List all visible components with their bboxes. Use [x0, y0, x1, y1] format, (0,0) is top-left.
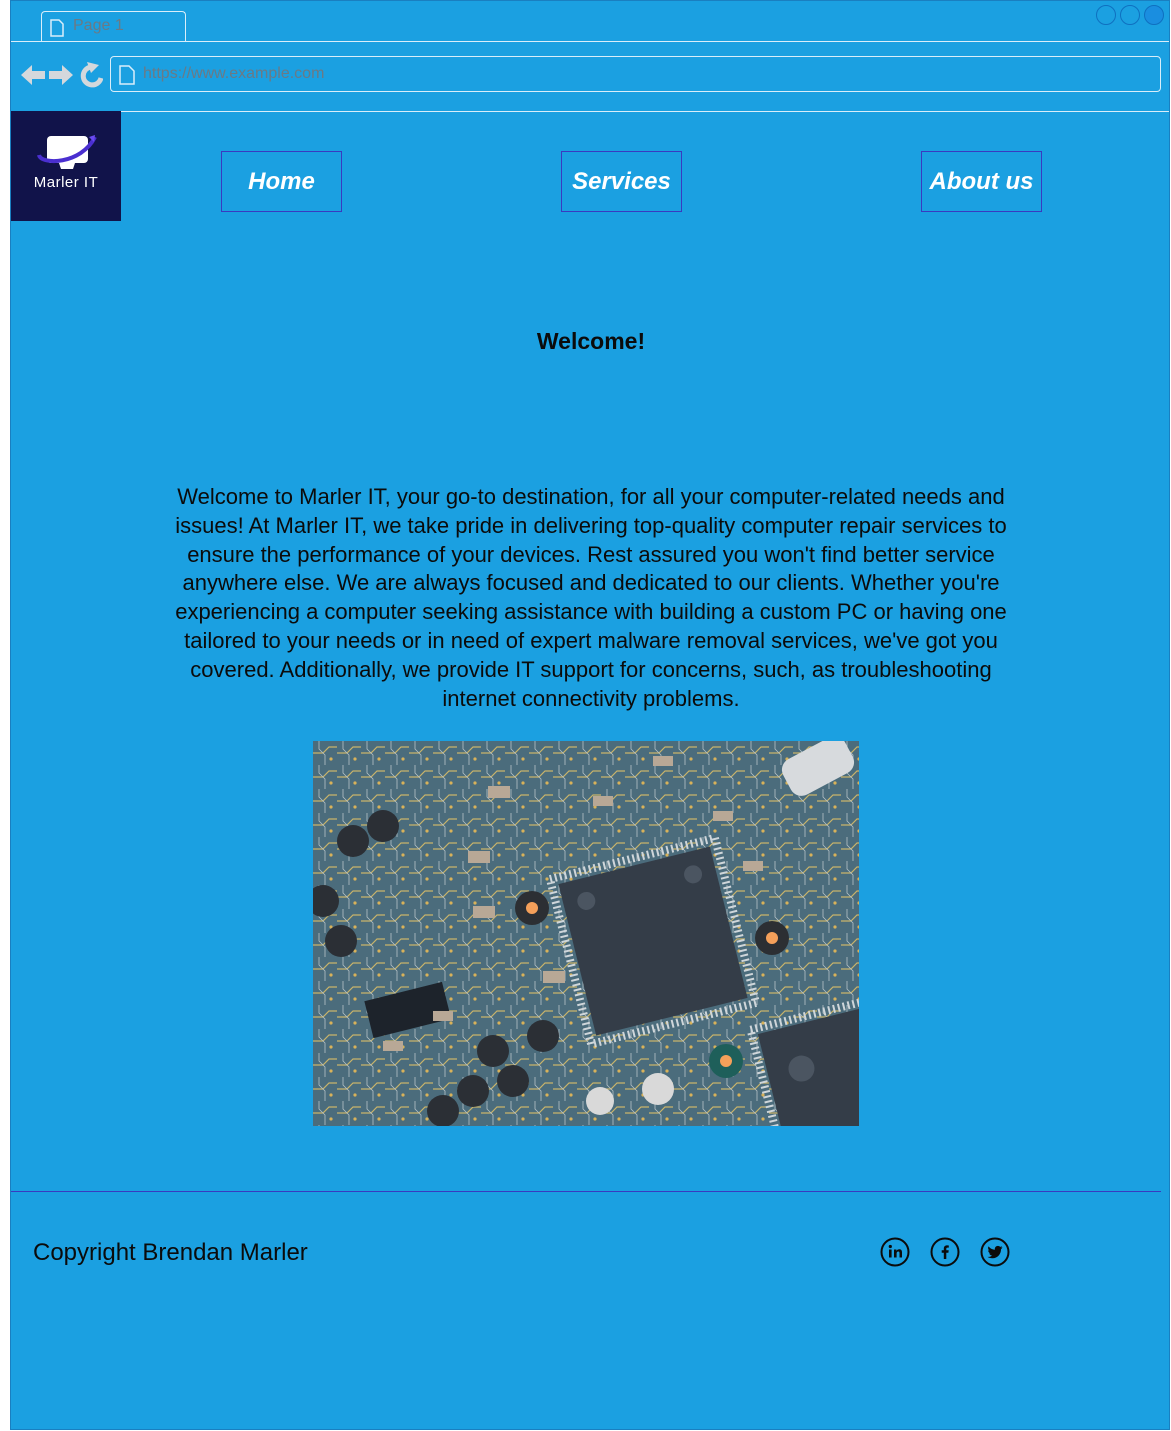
facebook-icon[interactable] — [930, 1237, 960, 1267]
forward-arrow-icon[interactable] — [49, 65, 73, 85]
window-close-button[interactable] — [1144, 5, 1164, 25]
intro-paragraph: Welcome to Marler IT, your go-to destina… — [175, 484, 1007, 711]
browser-tab[interactable]: Page 1 — [41, 11, 186, 41]
twitter-icon[interactable] — [980, 1237, 1010, 1267]
tab-strip-divider — [11, 41, 1169, 42]
page-heading: Welcome! — [536, 328, 646, 354]
tab-label: Page 1 — [73, 17, 124, 34]
nav-services-button[interactable]: Services — [561, 151, 682, 212]
browser-nav-controls — [21, 62, 104, 93]
chrome-divider — [11, 111, 1169, 112]
nav-home-button[interactable]: Home — [221, 151, 342, 212]
window-maximize-button[interactable] — [1120, 5, 1140, 25]
address-bar[interactable]: https://www.example.com — [110, 56, 1161, 92]
monitor-logo-icon — [37, 135, 97, 169]
circuit-board-image — [313, 741, 859, 1126]
logo-text: Marler IT — [33, 174, 99, 191]
reload-icon[interactable] — [80, 62, 104, 88]
page-icon — [119, 65, 135, 85]
back-arrow-icon[interactable] — [21, 65, 45, 85]
footer-copyright: Copyright Brendan Marler — [33, 1239, 308, 1266]
browser-window: Page 1 https://www.example.com Marler IT… — [10, 0, 1170, 1430]
address-bar-placeholder: https://www.example.com — [143, 65, 325, 82]
window-minimize-button[interactable] — [1096, 5, 1116, 25]
site-logo[interactable]: Marler IT — [11, 111, 121, 221]
nav-about-button[interactable]: About us — [921, 151, 1042, 212]
footer-divider — [11, 1191, 1161, 1192]
linkedin-icon[interactable] — [880, 1237, 910, 1267]
page-icon — [50, 19, 64, 37]
